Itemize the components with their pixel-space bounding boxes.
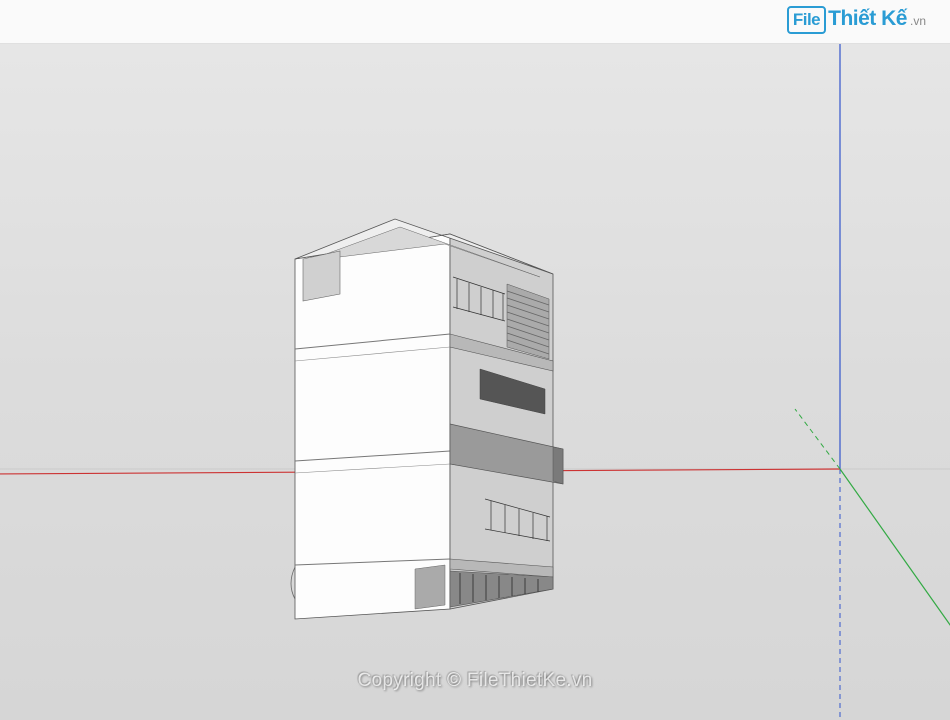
logo-file-text: File xyxy=(793,10,820,30)
green-axis-negative xyxy=(795,409,840,469)
protruding-box-side xyxy=(553,447,563,484)
watermark-text: Copyright © FileThietKe.vn xyxy=(357,670,592,692)
left-bottom-opening xyxy=(415,565,445,609)
logo-file-box: File xyxy=(787,6,826,34)
roof-cutout xyxy=(303,251,340,301)
building-svg xyxy=(285,189,570,629)
header-bar: File Thiết Kế .vn xyxy=(0,0,950,44)
logo-vn-text: .vn xyxy=(910,14,926,28)
site-logo[interactable]: File Thiết Kế .vn xyxy=(787,6,926,34)
logo-thietke-text: Thiết Kế xyxy=(828,7,907,31)
curved-balcony xyxy=(291,567,295,599)
building-model[interactable] xyxy=(285,189,570,629)
green-axis xyxy=(840,469,950,639)
right-face xyxy=(450,234,553,609)
ground-right xyxy=(450,571,553,607)
sketchup-viewport[interactable]: Copyright © FileThietKe.vn xyxy=(0,44,950,720)
